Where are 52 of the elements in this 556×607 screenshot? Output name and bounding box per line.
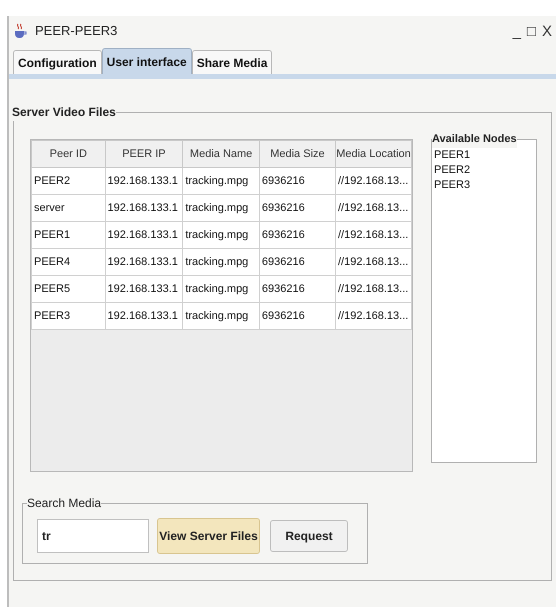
table-cell: 6936216 xyxy=(259,168,336,194)
table-cell: tracking.mpg xyxy=(182,168,260,194)
search-field[interactable]: tr xyxy=(37,519,149,553)
table-cell: //192.168.13... xyxy=(335,194,412,222)
column-header[interactable]: Media Name xyxy=(182,140,260,168)
table-cell: PEER3 xyxy=(32,302,106,330)
node-item[interactable]: PEER1 xyxy=(434,148,536,162)
column-header[interactable]: Media Location xyxy=(335,140,412,168)
table-cell: server xyxy=(32,194,106,222)
table-cell: 6936216 xyxy=(259,276,336,302)
table-cell: 192.168.133.1 xyxy=(105,168,183,194)
table-cell: PEER4 xyxy=(32,248,106,276)
tab[interactable]: Configuration xyxy=(13,50,102,74)
cup-icon xyxy=(13,23,27,39)
view-files-button[interactable]: View Server Files xyxy=(157,518,260,554)
table-cell: PEER1 xyxy=(32,222,106,248)
group-title: Server Video Files xyxy=(12,104,116,121)
column-header[interactable]: PEER IP xyxy=(105,140,183,168)
table-cell: //192.168.13... xyxy=(335,222,412,248)
tab[interactable]: User interface xyxy=(102,48,192,74)
node-item[interactable]: PEER3 xyxy=(434,178,536,192)
list-title: Available Nodes xyxy=(432,131,517,148)
table-cell: //192.168.13... xyxy=(335,248,412,276)
table-cell: //192.168.13... xyxy=(335,168,412,194)
maximize-icon[interactable]: □ xyxy=(526,24,536,38)
table-cell: PEER5 xyxy=(32,276,106,302)
table-cell: 192.168.133.1 xyxy=(105,276,183,302)
table-cell: tracking.mpg xyxy=(182,222,260,248)
table-cell: tracking.mpg xyxy=(182,302,260,330)
table-cell: tracking.mpg xyxy=(182,276,260,302)
table-cell: 6936216 xyxy=(259,194,336,222)
close-icon[interactable]: X xyxy=(542,24,552,38)
table-cell: 6936216 xyxy=(259,248,336,276)
minimize-icon[interactable]: _ xyxy=(512,24,521,38)
table-cell: PEER2 xyxy=(32,168,106,194)
table-cell: 192.168.133.1 xyxy=(105,302,183,330)
table-cell: tracking.mpg xyxy=(182,194,260,222)
group-title: Search Media xyxy=(27,495,102,512)
table-cell: 6936216 xyxy=(259,302,336,330)
table-cell: //192.168.13... xyxy=(335,302,412,330)
table-cell: //192.168.13... xyxy=(335,276,412,302)
tab[interactable]: Share Media xyxy=(192,50,272,74)
window-title: PEER-PEER3 xyxy=(35,22,118,40)
table-cell: tracking.mpg xyxy=(182,248,260,276)
table-cell: 192.168.133.1 xyxy=(105,222,183,248)
table-cell: 6936216 xyxy=(259,222,336,248)
column-header[interactable]: Peer ID xyxy=(32,140,106,168)
column-header[interactable]: Media Size xyxy=(259,140,336,168)
request-button[interactable]: Request xyxy=(270,520,348,552)
node-item[interactable]: PEER2 xyxy=(434,162,536,178)
table-cell: 192.168.133.1 xyxy=(105,194,183,222)
table-cell: 192.168.133.1 xyxy=(105,248,183,276)
